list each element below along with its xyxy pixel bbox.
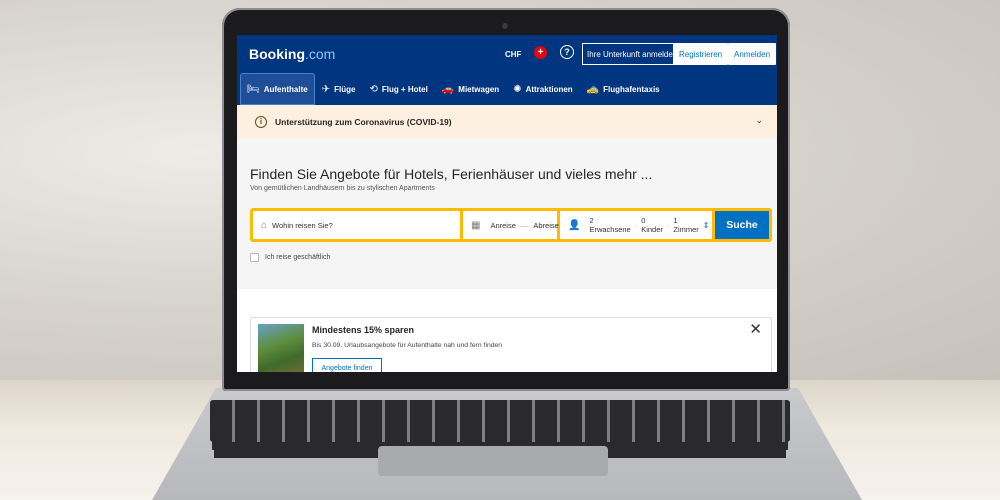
booking-logo[interactable]: Booking.com <box>249 46 335 62</box>
laptop-trackpad <box>378 446 608 476</box>
rooms-count: 1 Zimmer <box>673 216 699 234</box>
nav-tab-car-rental[interactable]: 🚗 Mietwagen <box>435 73 506 105</box>
attractions-icon: ✺ <box>513 83 522 95</box>
children-count: 0 Kinder <box>641 216 663 234</box>
login-button[interactable]: Anmelden <box>728 43 777 65</box>
guests-dot: · <box>634 220 638 230</box>
person-icon: 👤 <box>568 219 581 231</box>
site-header: Booking.com CHF + ? Ihre Unterkunft anme… <box>237 35 777 105</box>
covid-banner-text: Unterstützung zum Coronavirus (COVID-19) <box>275 116 452 127</box>
nav-tab-flights[interactable]: ✈ Flüge <box>315 73 363 105</box>
page-title: Finden Sie Angebote für Hotels, Ferienhä… <box>250 166 653 182</box>
car-icon: 🚗 <box>441 83 455 95</box>
bed-icon: ⌂ <box>261 219 268 231</box>
promo-card: Mindestens 15% sparen Bis 30.09. Urlaubs… <box>250 317 772 372</box>
up-down-chevron-icon: ⇕ <box>702 220 710 230</box>
checkin-date: Anreise <box>490 220 516 230</box>
guests-dot: · <box>666 220 670 230</box>
business-travel-checkbox[interactable] <box>250 253 259 262</box>
register-button[interactable]: Registrieren <box>673 43 729 65</box>
search-bar: ⌂ Wohin reisen Sie? ▦ Anreise — Abreise … <box>250 208 772 242</box>
help-icon[interactable]: ? <box>560 45 574 59</box>
promo-text: Bis 30.09. Urlaubsangebote für Aufenthal… <box>312 342 503 349</box>
taxi-icon: 🚕 <box>586 83 600 95</box>
close-icon[interactable]: ✕ <box>749 320 762 338</box>
adults-count: 2 Erwachsene <box>589 216 631 234</box>
date-separator: — <box>520 220 529 230</box>
promo-image <box>258 324 304 372</box>
business-travel-option[interactable]: Ich reise geschäftlich <box>250 253 330 262</box>
swiss-flag-icon[interactable]: + <box>534 46 547 59</box>
nav-tab-stays[interactable]: 🛏 Aufenthalte <box>240 73 315 105</box>
promo-title: Mindestens 15% sparen <box>312 325 415 335</box>
laptop-keyboard <box>210 400 790 442</box>
main-nav: 🛏 Aufenthalte ✈ Flüge ⟲ Flug + Hotel 🚗 M… <box>240 73 667 105</box>
lower-content: Mindestens 15% sparen Bis 30.09. Urlaubs… <box>237 289 777 372</box>
webcam <box>502 23 508 29</box>
business-travel-label: Ich reise geschäftlich <box>265 254 331 261</box>
currency-selector[interactable]: CHF <box>505 43 521 65</box>
plane-icon: ✈ <box>321 83 331 95</box>
warning-icon: i <box>255 115 267 128</box>
page-subtitle: Von gemütlichen Landhäusern bis zu styli… <box>250 185 435 192</box>
browser-screen: Booking.com CHF + ? Ihre Unterkunft anme… <box>237 35 777 372</box>
chevron-down-icon[interactable]: ⌄ <box>755 115 763 126</box>
calendar-icon: ▦ <box>471 219 481 231</box>
nav-tab-airport-taxis[interactable]: 🚕 Flughafentaxis <box>580 73 667 105</box>
nav-tab-flight-hotel[interactable]: ⟲ Flug + Hotel <box>362 73 434 105</box>
nav-tab-attractions[interactable]: ✺ Attraktionen <box>506 73 580 105</box>
date-picker[interactable]: ▦ Anreise — Abreise <box>463 211 559 239</box>
checkout-date: Abreise <box>533 220 559 230</box>
guests-selector[interactable]: 👤 2 Erwachsene · 0 Kinder · 1 Zimmer ⇕ <box>560 211 712 239</box>
destination-placeholder: Wohin reisen Sie? <box>272 220 333 230</box>
destination-input[interactable]: ⌂ Wohin reisen Sie? <box>253 211 460 239</box>
covid-banner[interactable]: i Unterstützung zum Coronavirus (COVID-1… <box>237 105 777 138</box>
list-property-button[interactable]: Ihre Unterkunft anmelden <box>582 43 683 65</box>
search-button[interactable]: Suche <box>715 211 769 239</box>
find-deals-button[interactable]: Angebote finden <box>312 358 382 372</box>
flight-hotel-icon: ⟲ <box>369 83 378 95</box>
bed-icon: 🛏 <box>247 83 260 95</box>
